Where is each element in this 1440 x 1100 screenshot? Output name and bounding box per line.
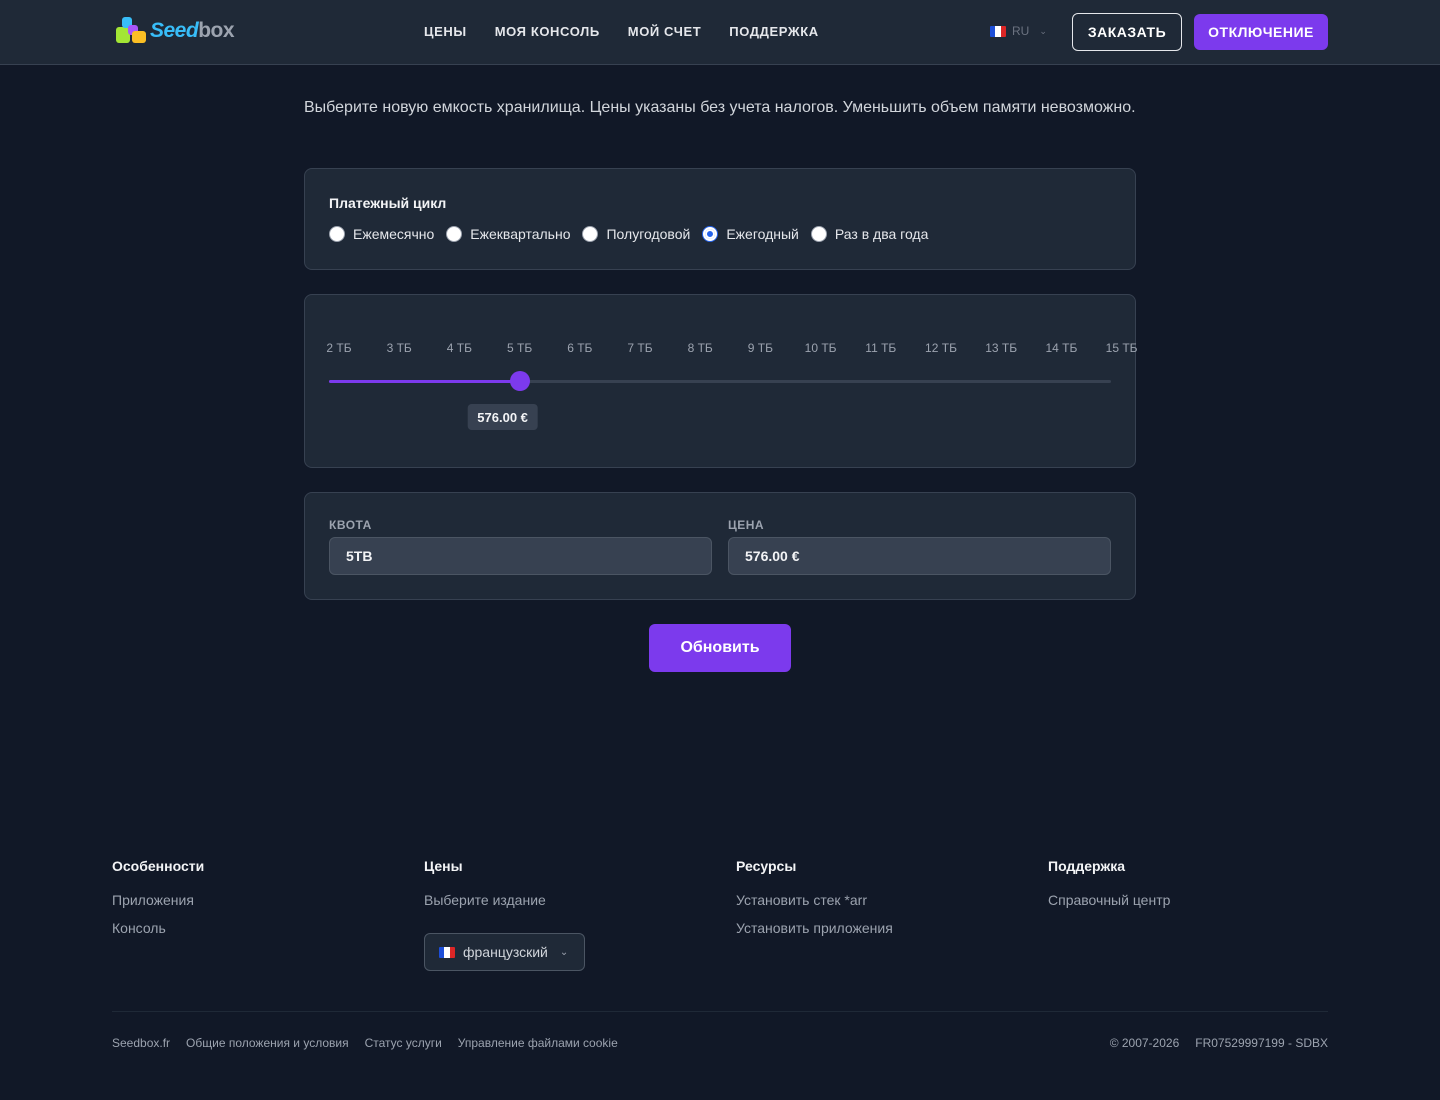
billing-option-label: Раз в два года (834, 226, 929, 242)
nav-link-support[interactable]: ПОДДЕРЖКА (729, 24, 818, 39)
main-nav: ЦЕНЫ МОЯ КОНСОЛЬ МОЙ СЧЕТ ПОДДЕРЖКА (424, 24, 819, 39)
footer-pricing-title: Цены (424, 858, 463, 874)
radio-button[interactable] (582, 226, 599, 242)
footer-support-column: Поддержка Справочный центр (1048, 858, 1170, 920)
billing-cycle-title: Платежный цикл (329, 195, 447, 211)
billing-option-monthly[interactable]: Ежемесячно (329, 226, 434, 242)
footer-link-help-center[interactable]: Справочный центр (1048, 892, 1170, 908)
copyright-text: © 2007-2026 (1109, 1036, 1180, 1050)
price-label: ЦЕНА (728, 518, 765, 532)
billing-option-annual[interactable]: Ежегодный (702, 226, 799, 242)
chevron-down-icon: ⌄ (1039, 25, 1047, 36)
footer-link-console[interactable]: Консоль (112, 920, 204, 936)
slider-tick-label: 11 ТБ (865, 341, 897, 355)
footer-link-choose-edition[interactable]: Выберите издание (424, 892, 546, 908)
chevron-down-icon: ⌄ (559, 946, 569, 958)
slider-tick-label: 2 ТБ (326, 341, 352, 355)
company-id: FR07529997199 - SDBX (1195, 1036, 1328, 1050)
footer-copyright: © 2007-2026 FR07529997199 - SDBX (1110, 1036, 1328, 1050)
footer-legal-links: Seedbox.fr Общие положения и условия Ста… (112, 1036, 618, 1050)
slider-tick-label: 14 ТБ (1045, 341, 1078, 355)
footer-divider (112, 1011, 1328, 1012)
slider-tick-label: 8 ТБ (687, 341, 713, 355)
billing-option-label: Ежеквартально (470, 226, 571, 242)
slider-tick-label: 9 ТБ (747, 341, 773, 355)
footer-features-title: Особенности (112, 858, 205, 874)
storage-slider-thumb[interactable] (509, 371, 530, 391)
footer-link-apps[interactable]: Приложения (112, 892, 204, 908)
footer-resources-title: Ресурсы (736, 858, 797, 874)
billing-option-quarterly[interactable]: Ежеквартально (446, 226, 570, 242)
french-flag-icon (439, 946, 455, 958)
radio-button[interactable] (446, 226, 463, 242)
slider-tick-label: 7 ТБ (627, 341, 653, 355)
price-field[interactable] (728, 537, 1111, 575)
billing-cycle-card: Платежный цикл Ежемесячно Ежеквартально … (304, 168, 1136, 270)
price-field-group: ЦЕНА (728, 518, 1111, 575)
logout-button[interactable]: ОТКЛЮЧЕНИЕ (1194, 14, 1328, 50)
billing-cycle-options: Ежемесячно Ежеквартально Полугодовой Еже… (329, 226, 940, 242)
footer-link-arr-stack[interactable]: Установить стек *arr (736, 892, 893, 908)
update-button[interactable]: Обновить (649, 624, 791, 672)
slider-tick-label: 13 ТБ (985, 341, 1018, 355)
language-switcher[interactable]: RU ⌄ (990, 24, 1047, 38)
radio-button[interactable] (810, 226, 827, 242)
logo-icon (114, 15, 148, 47)
footer-link-seedbox[interactable]: Seedbox.fr (112, 1036, 170, 1050)
billing-option-label: Полугодовой (606, 226, 691, 242)
slider-tick-label: 3 ТБ (386, 341, 412, 355)
logo-wordmark: Seedbox (150, 19, 235, 42)
footer-support-title: Поддержка (1048, 858, 1126, 874)
footer-link-status[interactable]: Статус услуги (365, 1036, 442, 1050)
slider-tick-label: 6 ТБ (567, 341, 593, 355)
storage-slider-fill (329, 380, 520, 383)
footer-pricing-column: Цены Выберите издание (424, 858, 546, 920)
nav-link-console[interactable]: МОЯ КОНСОЛЬ (495, 24, 600, 39)
top-navbar: Seedbox ЦЕНЫ МОЯ КОНСОЛЬ МОЙ СЧЕТ ПОДДЕР… (0, 0, 1440, 65)
quota-field-group: КВОТА (329, 518, 712, 575)
price-tooltip: 576.00 € (467, 404, 538, 430)
quota-label: КВОТА (329, 518, 372, 532)
footer-link-install-apps[interactable]: Установить приложения (736, 920, 893, 936)
footer-resources-column: Ресурсы Установить стек *arr Установить … (736, 858, 893, 948)
slider-tick-label: 10 ТБ (804, 341, 837, 355)
slider-tick-label: 15 ТБ (1105, 341, 1138, 355)
french-flag-icon (990, 25, 1006, 37)
slider-tick-label: 4 ТБ (446, 341, 472, 355)
footer-language-select[interactable]: французский ⌄ (424, 933, 585, 971)
nav-link-account[interactable]: МОЙ СЧЕТ (628, 24, 702, 39)
billing-option-label: Ежемесячно (353, 226, 435, 242)
slider-tick-label: 5 ТБ (506, 341, 533, 355)
storage-slider-card: 2 ТБ 3 ТБ 4 ТБ 5 ТБ 6 ТБ 7 ТБ 8 ТБ 9 ТБ 10 ТБ 11 … (304, 294, 1138, 468)
radio-button[interactable] (702, 226, 719, 242)
quota-field[interactable] (329, 537, 712, 575)
seedbox-logo[interactable]: Seedbox (114, 15, 235, 47)
language-code: RU (1012, 24, 1030, 38)
storage-slider-track[interactable] (329, 371, 1111, 391)
footer-features-column: Особенности Приложения Консоль (112, 858, 204, 948)
quota-price-card: КВОТА ЦЕНА (304, 492, 1136, 600)
storage-intro-text: Выберите новую емкость хранилища. Цены у… (304, 99, 1136, 116)
footer-link-terms[interactable]: Общие положения и условия (186, 1036, 349, 1050)
footer-link-cookies[interactable]: Управление файлами cookie (458, 1036, 618, 1050)
slider-tick-label: 12 ТБ (925, 341, 957, 355)
billing-option-label: Ежегодный (726, 226, 799, 242)
order-button[interactable]: ЗАКАЗАТЬ (1072, 13, 1182, 51)
footer-language-label: французский (463, 944, 548, 960)
radio-button[interactable] (329, 226, 345, 242)
billing-option-biennial[interactable]: Раз в два года (810, 226, 929, 242)
slider-tick-labels: 2 ТБ 3 ТБ 4 ТБ 5 ТБ 6 ТБ 7 ТБ 8 ТБ 9 ТБ 10 ТБ 11 … (305, 341, 1137, 357)
nav-link-prices[interactable]: ЦЕНЫ (424, 24, 467, 39)
billing-option-semiannual[interactable]: Полугодовой (582, 226, 690, 242)
